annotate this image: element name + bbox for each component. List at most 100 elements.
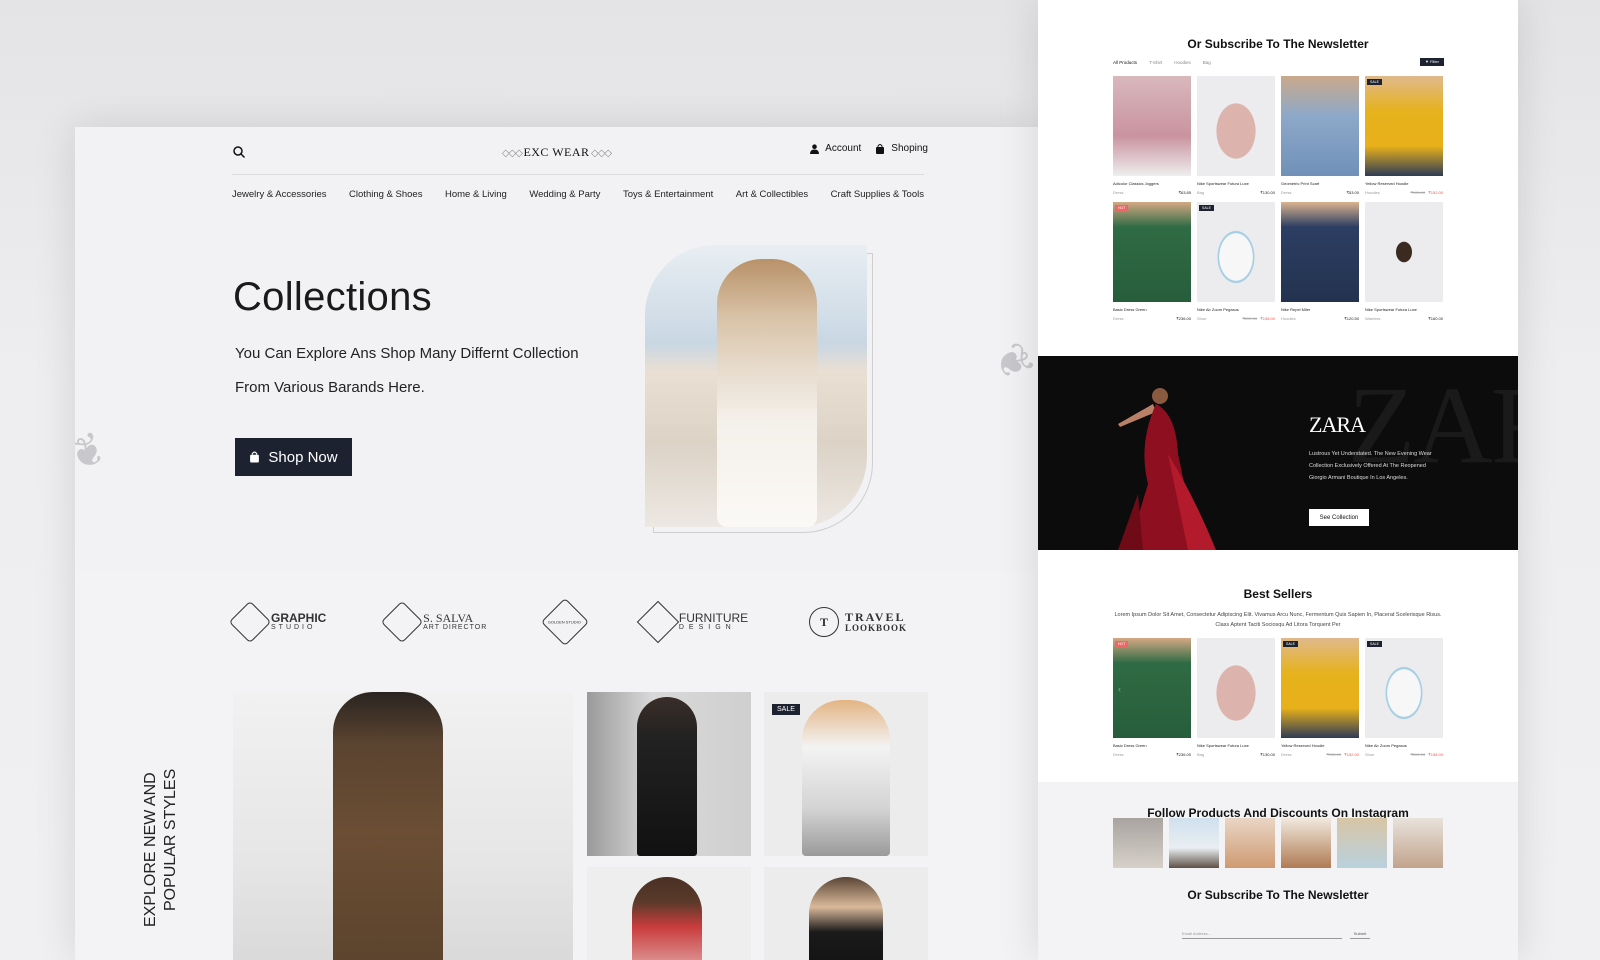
instagram-post[interactable] xyxy=(1337,818,1387,868)
product-name[interactable]: Geometric Print Scarf xyxy=(1281,181,1359,186)
product-image[interactable] xyxy=(1113,76,1191,176)
product-photo-brown-dress[interactable] xyxy=(233,692,573,960)
travel-logo-icon: T xyxy=(808,607,839,637)
product-card[interactable]: HOT Basic Dress Green Dress ₹236.00 xyxy=(1113,202,1191,321)
product-card[interactable]: SALE Nike Air Zoom Pegasus Shoe ₹220.00 ₹198… xyxy=(1365,638,1443,757)
see-collection-button[interactable]: See Collection xyxy=(1309,509,1369,526)
product-badge: HOT xyxy=(1115,205,1129,211)
brand-furniture-design[interactable]: FURNITURE DESIGN xyxy=(636,600,748,644)
product-badge: HOT xyxy=(1115,641,1129,647)
product-name[interactable]: Nike Repel Miler xyxy=(1281,307,1359,312)
product-image[interactable] xyxy=(1197,76,1275,176)
product-category: Watches xyxy=(1365,316,1381,321)
account-link[interactable]: Account xyxy=(810,143,861,154)
product-name[interactable]: Adicolor Classics Joggers xyxy=(1113,181,1191,186)
product-name[interactable]: Nike Air Zoom Pegasus xyxy=(1365,743,1443,748)
instagram-post[interactable] xyxy=(1393,818,1443,868)
product-name[interactable]: Basic Dress Green xyxy=(1113,307,1191,312)
product-card[interactable]: SALE Yellow Reserved Hoodie Hoodies ₹155.00… xyxy=(1365,76,1443,195)
product-category: Hoodies xyxy=(1365,190,1380,195)
product-photo-black-jacket[interactable] xyxy=(587,692,751,856)
product-card[interactable]: Adicolor Classics Joggers Dress ₹63.85 xyxy=(1113,76,1191,195)
product-image[interactable] xyxy=(1365,202,1443,302)
instagram-post[interactable] xyxy=(1225,818,1275,868)
tab-hoodies[interactable]: Hoodies xyxy=(1174,60,1191,65)
shop-page-preview: Or Subscribe To The Newsletter All Produ… xyxy=(1038,0,1518,960)
nav-item-home[interactable]: Home & Living xyxy=(445,189,507,200)
brand-travel-lookbook[interactable]: T TRAVEL LOOKBOOK xyxy=(808,607,907,637)
shopping-bag-icon xyxy=(250,451,260,463)
product-image[interactable] xyxy=(1281,202,1359,302)
product-category: Dress xyxy=(1113,316,1124,321)
product-category: Dress xyxy=(1113,190,1124,195)
product-image[interactable] xyxy=(1281,76,1359,176)
product-image[interactable]: HOT xyxy=(1113,638,1191,738)
nav-item-jewelry[interactable]: Jewelry & Accessories xyxy=(232,189,327,200)
product-name[interactable]: Nike Sportswear Futura Luxe xyxy=(1365,307,1443,312)
chevron-left-icon[interactable]: ‹ xyxy=(1118,684,1121,694)
nav-item-art[interactable]: Art & Collectibles xyxy=(736,189,808,200)
nav-item-craft[interactable]: Craft Supplies & Tools xyxy=(831,189,924,200)
product-category: Dress xyxy=(1281,752,1292,757)
product-photo-dark-coat[interactable] xyxy=(764,867,928,960)
main-nav: Jewelry & Accessories Clothing & Shoes H… xyxy=(232,189,924,200)
instagram-post[interactable] xyxy=(1281,818,1331,868)
product-photo-floral-top[interactable] xyxy=(587,867,751,960)
product-badge: SALE xyxy=(1367,79,1382,85)
product-name[interactable]: Nike Sportswear Futura Luxe xyxy=(1197,743,1275,748)
filter-button[interactable]: ▼ Filter xyxy=(1420,58,1444,66)
product-card[interactable]: Geometric Print Scarf Dress ₹53.00 xyxy=(1281,76,1359,195)
product-image[interactable]: SALE xyxy=(1197,202,1275,302)
product-name[interactable]: Basic Dress Green xyxy=(1113,743,1191,748)
nav-item-toys[interactable]: Toys & Entertainment xyxy=(623,189,713,200)
product-card[interactable]: Nike Sportswear Futura Luxe Bag ₹130.00 xyxy=(1197,638,1275,757)
product-image[interactable] xyxy=(1197,638,1275,738)
homepage-preview: ◇◇◇ EXC WEAR ◇◇◇ Account Shoping Jewelry… xyxy=(75,127,1038,960)
zara-logo[interactable]: ZARA xyxy=(1309,412,1366,438)
brand-s-salva[interactable]: S. SALVA ART DIRECTOR xyxy=(380,600,487,644)
product-image[interactable]: SALE xyxy=(1365,76,1443,176)
product-card[interactable]: Nike Repel Miler Hoodies ₹120.50 xyxy=(1281,202,1359,321)
product-category: Dress xyxy=(1281,190,1292,195)
product-name[interactable]: Nike Sportswear Futura Luxe xyxy=(1197,181,1275,186)
email-input[interactable]: Email Address... xyxy=(1182,931,1342,939)
product-price: ₹155.00 ₹152.00 xyxy=(1326,752,1359,757)
nav-item-clothing[interactable]: Clothing & Shoes xyxy=(349,189,422,200)
product-name[interactable]: Yellow Reserved Hoodie xyxy=(1365,181,1443,186)
nav-item-wedding[interactable]: Wedding & Party xyxy=(529,189,600,200)
header-divider xyxy=(232,174,924,175)
instagram-section: Follow Products And Discounts On Instagr… xyxy=(1038,782,1518,960)
product-price: ₹236.00 xyxy=(1176,316,1191,321)
product-price: ₹155.00 ₹152.00 xyxy=(1410,190,1443,195)
product-card[interactable]: Nike Sportswear Futura Luxe Bag ₹130.00 xyxy=(1197,76,1275,195)
sale-badge: SALE xyxy=(772,704,800,715)
product-card[interactable]: SALE Yellow Reserved Hoodie Dress ₹155.00 ₹1… xyxy=(1281,638,1359,757)
product-card[interactable]: SALE Nike Air Zoom Pegasus Shoe ₹220.00 ₹198… xyxy=(1197,202,1275,321)
tab-all-products[interactable]: All Products xyxy=(1113,60,1137,65)
product-price: ₹63.85 xyxy=(1178,190,1191,195)
product-card[interactable]: Nike Sportswear Futura Luxe Watches ₹160.0… xyxy=(1365,202,1443,321)
instagram-post[interactable] xyxy=(1169,818,1219,868)
shopping-link[interactable]: Shoping xyxy=(875,143,928,154)
shopping-bag-icon xyxy=(876,143,885,154)
tab-tshirt[interactable]: T-Shirt xyxy=(1149,60,1162,65)
submit-button[interactable]: Submit xyxy=(1350,931,1370,939)
instagram-post[interactable] xyxy=(1113,818,1163,868)
product-price: ₹220.00 ₹198.00 xyxy=(1410,752,1443,757)
product-image[interactable]: SALE xyxy=(1365,638,1443,738)
zara-banner: ZARA ZARA Lustrous Yet Understated. The … xyxy=(1038,356,1518,550)
product-photo-white-coat[interactable]: SALE xyxy=(764,692,928,856)
explore-heading: EXPLORE NEW AND POPULAR STYLES xyxy=(142,768,179,927)
product-card[interactable]: HOT Basic Dress Green Dress ₹236.00 xyxy=(1113,638,1191,757)
user-icon xyxy=(810,143,820,154)
product-name[interactable]: Nike Air Zoom Pegasus xyxy=(1197,307,1275,312)
shop-now-button[interactable]: Shop Now xyxy=(235,438,352,476)
tab-bag[interactable]: Bag xyxy=(1203,60,1211,65)
product-name[interactable]: Yellow Reserved Hoodie xyxy=(1281,743,1359,748)
brand-golden-studio[interactable]: GOLDEN STUDIO xyxy=(541,597,590,647)
zara-description: Lustrous Yet Understated. The New Evenin… xyxy=(1309,451,1432,481)
golden-studio-logo-icon: GOLDEN STUDIO xyxy=(541,597,590,647)
product-image[interactable]: SALE xyxy=(1281,638,1359,738)
product-image[interactable]: HOT xyxy=(1113,202,1191,302)
brand-graphic-studio[interactable]: GRAPHIC STUDIO xyxy=(228,600,326,644)
